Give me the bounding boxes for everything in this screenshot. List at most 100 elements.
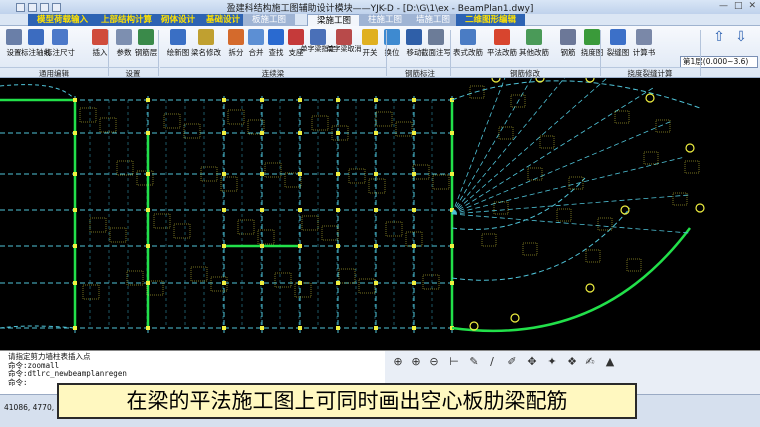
ribbon-button-15[interactable]: 换位 [380,28,404,64]
line-icon[interactable]: ∕ [485,355,499,369]
zoom-in-icon[interactable]: ⊕ [409,355,423,369]
ribbon-button-24[interactable]: 计算书 [632,28,656,64]
column-marker [298,326,302,330]
rebar-annotation [498,126,514,140]
rebar-annotation [368,178,386,194]
ribbon-button-13[interactable]: 单字梁取消 [327,28,362,64]
ribbon-button-label: 截面注写 [421,48,451,57]
rebar-annotation [395,121,413,137]
column-marker [450,172,454,176]
ribbon-button-1[interactable]: 标注轴线 [21,28,51,64]
radial-beam [451,78,506,215]
column-marker [73,172,77,176]
rebar-annotation [109,227,127,243]
deflection-icon [584,29,600,45]
tab-0[interactable]: 模型荷载输入 [28,14,98,26]
column-circle [491,78,501,83]
rebar-layer-icon [138,29,154,45]
ribbon-button-0[interactable]: 设置 [2,28,26,64]
tab-6[interactable]: 柱施工图 [359,14,412,26]
ribbon-toolbar: ⇧ ⇩ 第1层(0.000~3.6) 设置 标注轴线 标注尺寸 插入 参数 钢筋层 绘新图梁… [0,26,760,78]
ribbon-separator [386,30,387,76]
zoom-out-icon[interactable]: ⊖ [427,355,441,369]
column-marker [146,281,150,285]
column-marker [260,208,264,212]
ribbon-button-label: 标注尺寸 [45,48,75,57]
rebar-annotation [183,123,201,139]
ribbon-button-5[interactable]: 钢筋层 [134,28,158,64]
plan-edit-icon [494,29,510,45]
module-tabs: 模型荷载输入 上部结构计算 砌体设计 基础设计 板施工图 梁施工图 柱施工图 墙施工图 二维图形… [0,14,760,26]
tab-8[interactable]: 二维图形编辑 [456,14,526,26]
rebar-annotation [432,174,450,190]
ribbon-button-label: 设置 [6,48,22,57]
report-icon [636,29,652,45]
edit-icon[interactable]: ✐ [505,355,519,369]
ribbon-button-label: 钢筋 [560,48,576,57]
column-marker [336,244,340,248]
column-marker [450,131,454,135]
ribbon-button-14[interactable]: 开关 [358,28,382,64]
zoom-window-icon[interactable]: ⊕ [391,355,405,369]
close-button[interactable]: ✕ [748,1,756,11]
column-marker [73,98,77,102]
tab-5[interactable]: 梁施工图 [307,14,362,26]
column-marker [73,326,77,330]
arrow-up-icon[interactable]: ⇧ [710,29,728,45]
ribbon-button-label: 单字梁取消 [326,45,362,53]
ribbon-button-6[interactable]: 绘新图 [166,28,190,64]
column-marker [260,172,264,176]
measure-icon[interactable]: ⊢ [447,355,461,369]
split-icon [228,29,244,45]
rebar-annotation [116,160,134,176]
ribbon-button-2[interactable]: 标注尺寸 [45,28,75,64]
layers-icon[interactable]: ❖ [565,355,579,369]
pan-icon[interactable]: ✥ [525,355,539,369]
column-marker [374,98,378,102]
drawing-canvas[interactable] [0,78,760,350]
rebar-annotation [89,217,107,233]
beam-arc [451,207,631,281]
ribbon-button-18[interactable]: 表式改筋 [453,28,483,64]
column-marker [412,131,416,135]
arrow-down-icon[interactable]: ⇩ [732,29,750,45]
ribbon-button-17[interactable]: 截面注写 [421,28,451,64]
pencil-icon[interactable]: ✎ [467,355,481,369]
toggle-icon [362,29,378,45]
ribbon-button-label: 计算书 [632,48,656,57]
minimize-button[interactable]: — [719,1,728,11]
ribbon-button-16[interactable]: 移动 [402,28,426,64]
tab-4[interactable]: 板施工图 [243,14,296,26]
brush-icon[interactable]: ✍ [583,355,597,369]
rebar-annotation [82,284,100,300]
tab-7[interactable]: 墙施工图 [407,14,460,26]
ribbon-button-4[interactable]: 参数 [112,28,136,64]
column-marker [374,172,378,176]
ribbon-button-20[interactable]: 其他改筋 [519,28,549,64]
column-marker [374,208,378,212]
new-drawing-icon [170,29,186,45]
beam-plan-drawing [0,78,705,333]
ribbon-button-23[interactable]: 裂缝图 [606,28,630,64]
column-marker [73,244,77,248]
tab-1[interactable]: 上部结构计算 [92,14,162,26]
column-marker [374,131,378,135]
command-line: 命令:dtlrc_newbeamplanregen [8,369,127,378]
triangle-icon[interactable]: ▲ [603,355,617,369]
rebar-annotation [422,274,440,290]
rebar-annotation [585,249,601,263]
column-marker [222,131,226,135]
orbit-icon[interactable]: ✦ [545,355,559,369]
settings-icon [6,29,22,45]
column-marker [374,326,378,330]
ribbon-button-7[interactable]: 梁名修改 [191,28,221,64]
tab-3[interactable]: 基础设计 [197,14,250,26]
ribbon-button-21[interactable]: 钢筋 [556,28,580,64]
column-marker [222,208,226,212]
maximize-button[interactable]: □ [734,1,743,11]
radial-beam [451,86,656,215]
ribbon-button-19[interactable]: 平法改筋 [487,28,517,64]
column-marker [298,131,302,135]
rebar-annotation [655,119,671,133]
rebar-annotation [163,113,181,129]
